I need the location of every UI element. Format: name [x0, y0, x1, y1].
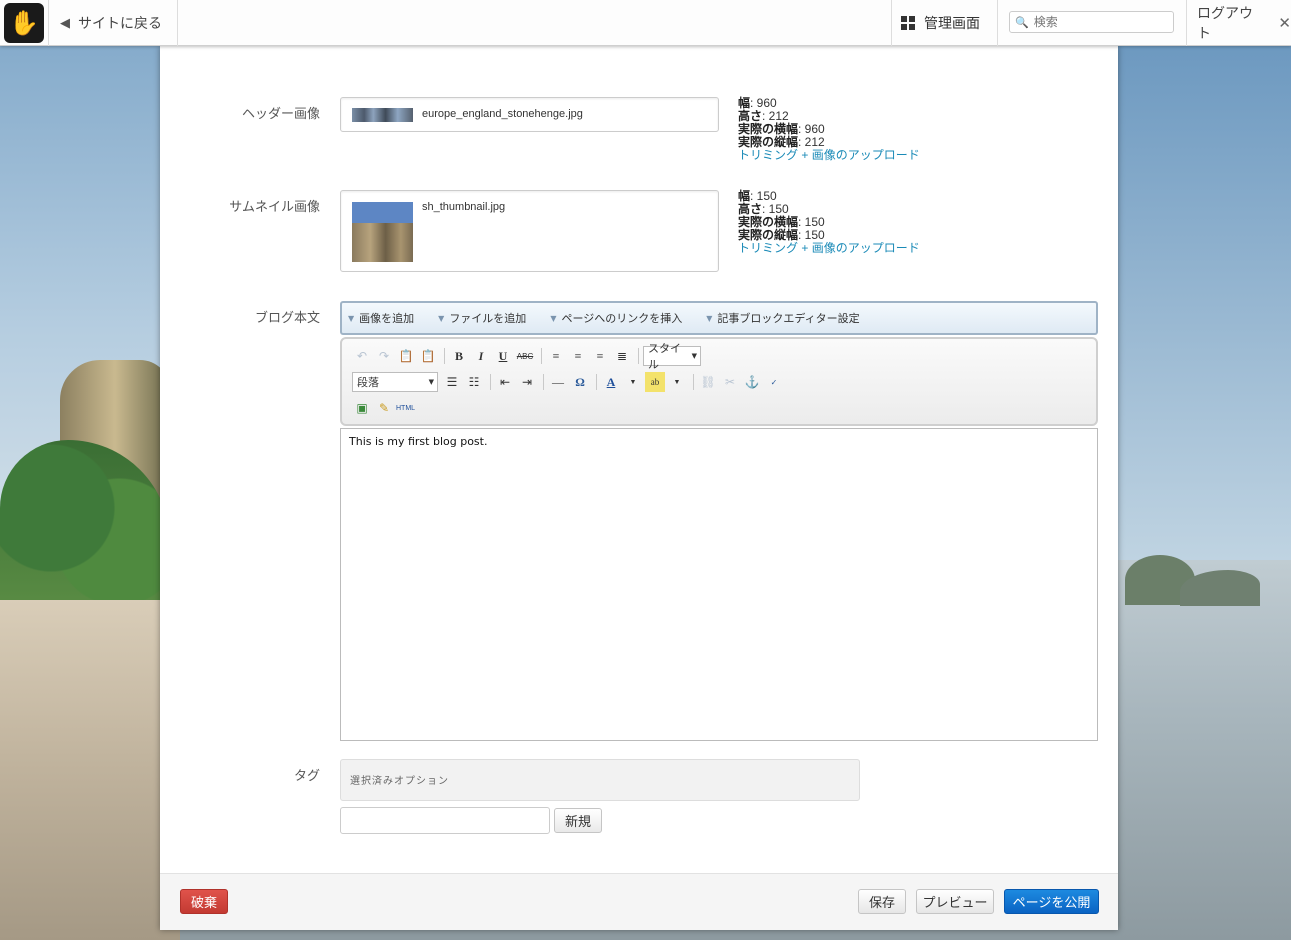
align-justify-icon[interactable]: ≣ — [612, 346, 632, 366]
concrete5-logo[interactable]: ✋ — [0, 0, 49, 46]
publish-button[interactable]: ページを公開 — [1004, 889, 1099, 914]
align-right-icon[interactable]: ≡ — [590, 346, 610, 366]
search-icon: 🔍 — [1015, 15, 1029, 29]
link-icon[interactable]: ⛓ — [698, 372, 718, 392]
thumbnail-image-upload-link[interactable]: + 画像のアップロード — [801, 241, 919, 255]
thumbnail-image-preview — [352, 202, 413, 262]
underline-icon[interactable]: U — [493, 346, 513, 366]
save-button[interactable]: 保存 — [858, 889, 906, 914]
header-image-label: ヘッダー画像 — [241, 107, 320, 122]
logout-button[interactable]: ログアウト ✕ — [1186, 0, 1291, 46]
grid-icon — [901, 16, 915, 30]
horizontal-rule-icon[interactable]: — — [548, 372, 568, 392]
dropdown-arrow-icon: ▼ — [691, 352, 697, 360]
rich-text-toolbar: ↶ ↷ 📋 📋 B I U ABC ≡ ≡ ≡ ≣ スタイル▼ 段落▼ ☰ — [340, 337, 1098, 426]
preview-button[interactable]: プレビュー — [916, 889, 994, 914]
add-image-button[interactable]: ▼ 画像を追加 — [348, 310, 414, 326]
text-color-icon[interactable]: A — [601, 372, 621, 392]
dashboard-button[interactable]: 管理画面 — [891, 0, 998, 46]
triangle-down-icon: ▼ — [438, 313, 445, 323]
style-select[interactable]: スタイル ▼ — [643, 342, 701, 371]
panel-footer: 破棄 保存 プレビュー ページを公開 — [160, 873, 1118, 930]
thumbnail-image-label: サムネイル画像 — [229, 200, 320, 215]
search-input[interactable] — [1031, 14, 1162, 30]
cleanup-brush-icon[interactable]: ✎ — [374, 398, 394, 418]
content-insert-bar: ▼ 画像を追加 ▼ ファイルを追加 ▼ ページへのリンクを挿入 ▼ 記事ブロックエディタ… — [340, 301, 1098, 335]
tag-input[interactable] — [340, 807, 550, 834]
outdent-icon[interactable]: ⇤ — [495, 372, 515, 392]
header-image-meta: 幅: 960 高さ: 212 実際の横幅: 960 実際の縦幅: 212 トリミ… — [738, 96, 920, 162]
arrow-left-icon: ◀ — [60, 15, 70, 31]
new-tag-button[interactable]: 新規 — [554, 808, 602, 833]
paste-word-icon[interactable]: 📋 — [418, 346, 438, 366]
align-center-icon[interactable]: ≡ — [568, 346, 588, 366]
search-box[interactable]: 🔍 — [1009, 11, 1174, 33]
hand-logo-icon: ✋ — [4, 3, 44, 43]
html-source-button[interactable]: HTML — [396, 398, 415, 418]
numbered-list-icon[interactable]: ☷ — [464, 372, 484, 392]
thumbnail-image-filename: sh_thumbnail.jpg — [422, 201, 506, 213]
special-char-icon[interactable]: Ω — [570, 372, 590, 392]
dropdown-arrow-icon[interactable]: ▼ — [623, 372, 643, 392]
thumbnail-image-crop-link[interactable]: トリミング — [738, 241, 798, 255]
blog-body-label: ブログ本文 — [254, 311, 320, 326]
back-to-site-label: サイトに戻る — [78, 16, 162, 32]
selected-tags-box[interactable]: 選択済みオプション — [340, 759, 860, 801]
triangle-down-icon: ▼ — [706, 313, 713, 323]
bold-icon[interactable]: B — [449, 346, 469, 366]
spellcheck-icon[interactable]: ✓ — [764, 372, 784, 392]
dropdown-arrow-icon[interactable]: ▼ — [667, 372, 687, 392]
strikethrough-icon[interactable]: ABC — [515, 346, 535, 366]
thumbnail-image-selector[interactable]: sh_thumbnail.jpg — [340, 190, 719, 272]
header-image-filename: europe_england_stonehenge.jpg — [422, 108, 583, 120]
align-left-icon[interactable]: ≡ — [546, 346, 566, 366]
indent-icon[interactable]: ⇥ — [517, 372, 537, 392]
header-image-selector[interactable]: europe_england_stonehenge.jpg — [340, 97, 719, 132]
add-file-button[interactable]: ▼ ファイルを追加 — [438, 310, 526, 326]
dashboard-label: 管理画面 — [924, 16, 980, 32]
back-to-site-button[interactable]: ◀ サイトに戻る — [50, 0, 178, 46]
paste-text-icon[interactable]: 📋 — [396, 346, 416, 366]
header-image-thumbnail — [352, 108, 413, 122]
dropdown-arrow-icon: ▼ — [428, 378, 434, 386]
top-toolbar: ✋ ◀ サイトに戻る 管理画面 🔍 ログアウト ✕ — [0, 0, 1291, 46]
header-image-crop-link[interactable]: トリミング — [738, 148, 798, 162]
format-select[interactable]: 段落 ▼ — [352, 372, 438, 392]
insert-page-link-button[interactable]: ▼ ページへのリンクを挿入 — [550, 310, 682, 326]
bullet-list-icon[interactable]: ☰ — [442, 372, 462, 392]
redo-icon[interactable]: ↷ — [374, 346, 394, 366]
close-icon[interactable]: ✕ — [1278, 14, 1291, 32]
header-image-upload-link[interactable]: + 画像のアップロード — [801, 148, 919, 162]
triangle-down-icon: ▼ — [550, 313, 557, 323]
insert-image-icon[interactable]: ▣ — [352, 398, 372, 418]
anchor-icon[interactable]: ⚓ — [742, 372, 762, 392]
page-edit-panel: ヘッダー画像 europe_england_stonehenge.jpg 幅: … — [160, 46, 1118, 930]
tags-label: タグ — [293, 769, 320, 784]
editor-settings-button[interactable]: ▼ 記事ブロックエディター設定 — [706, 310, 859, 326]
blog-body-editor[interactable]: This is my first blog post. — [340, 428, 1098, 741]
unlink-icon[interactable]: ✂ — [720, 372, 740, 392]
triangle-down-icon: ▼ — [348, 313, 355, 323]
undo-icon[interactable]: ↶ — [352, 346, 372, 366]
thumbnail-image-meta: 幅: 150 高さ: 150 実際の横幅: 150 実際の縦幅: 150 トリミ… — [738, 189, 920, 255]
logout-label: ログアウト — [1197, 6, 1253, 42]
italic-icon[interactable]: I — [471, 346, 491, 366]
discard-button[interactable]: 破棄 — [180, 889, 228, 914]
highlight-color-icon[interactable]: ab — [645, 372, 665, 392]
